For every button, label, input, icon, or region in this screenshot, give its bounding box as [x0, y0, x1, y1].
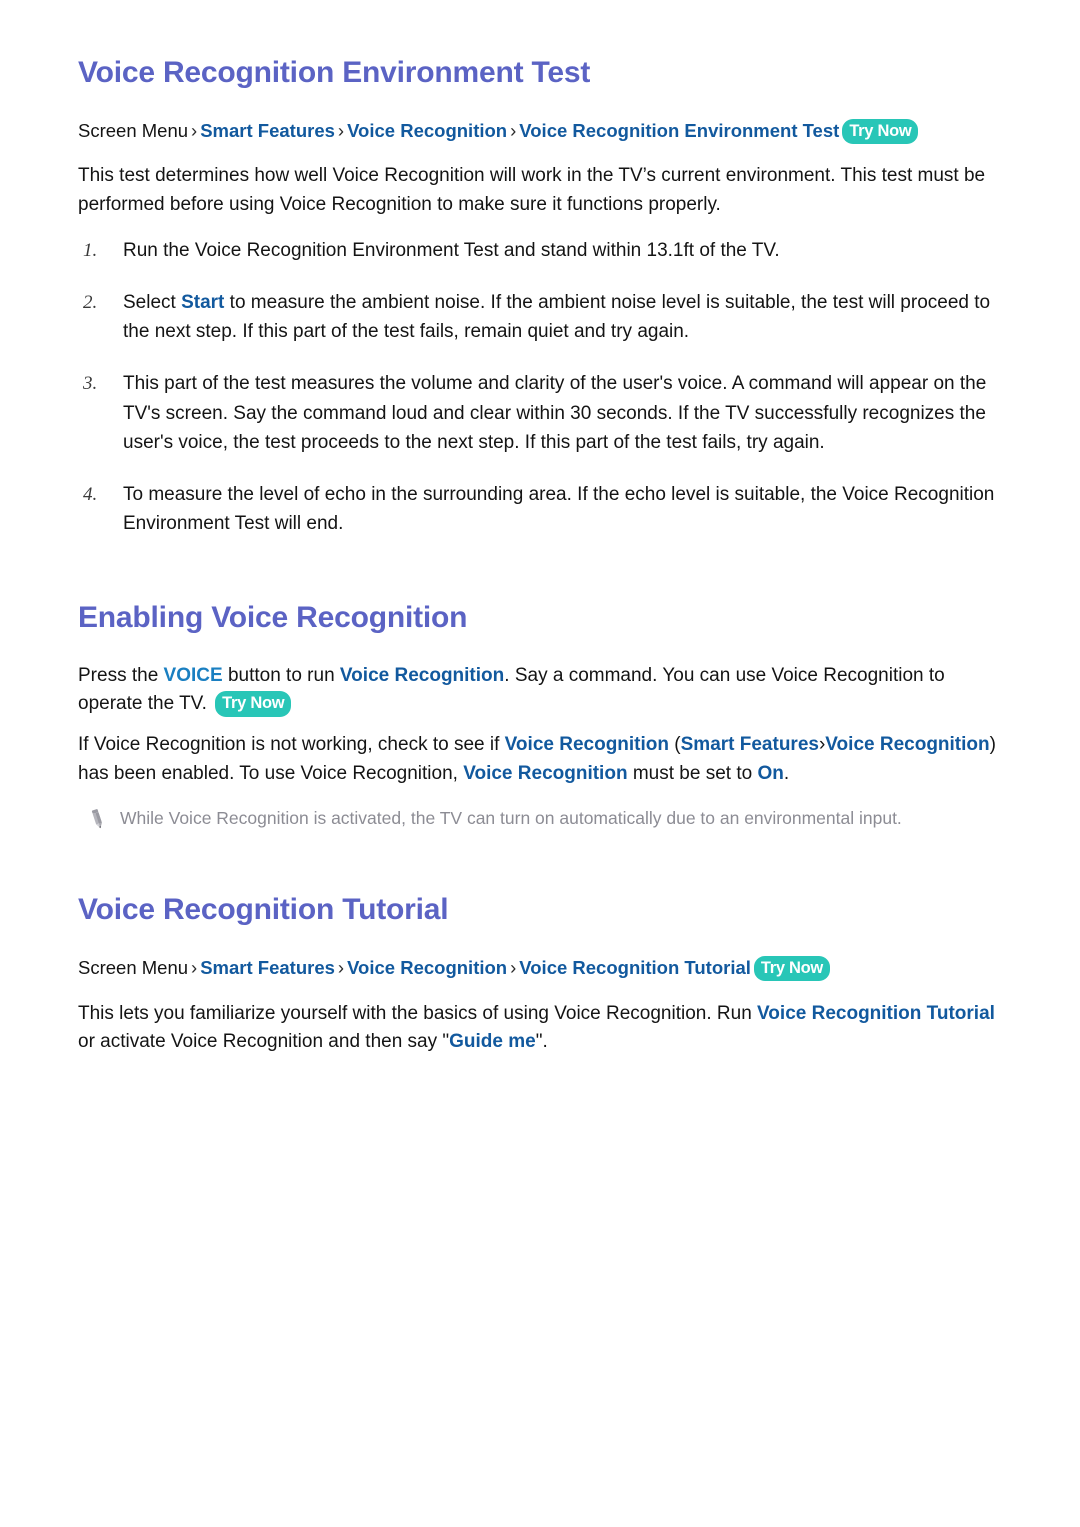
- text-fragment: (: [669, 734, 681, 756]
- breadcrumb-separator-icon: ›: [337, 119, 345, 141]
- link-voice-recognition-tutorial[interactable]: Voice Recognition Tutorial: [757, 1003, 995, 1024]
- list-item: 2. Select Start to measure the ambient no…: [78, 288, 1002, 347]
- text-fragment: or activate Voice Recognition and then s…: [78, 1031, 450, 1053]
- link-on[interactable]: On: [757, 763, 783, 784]
- breadcrumb-link-smart-features[interactable]: Smart Features: [200, 957, 335, 978]
- step-text: This part of the test measures the volum…: [123, 372, 987, 454]
- breadcrumb-link-smart-features[interactable]: Smart Features: [200, 120, 335, 141]
- step-number: 1.: [83, 240, 98, 261]
- link-smart-features[interactable]: Smart Features: [681, 734, 819, 755]
- list-item: 4. To measure the level of echo in the su…: [78, 480, 1002, 539]
- breadcrumb-link-voice-recognition-environment-test[interactable]: Voice Recognition Environment Test: [519, 120, 839, 141]
- step-text-before: Select: [123, 291, 182, 313]
- link-voice-recognition[interactable]: Voice Recognition: [825, 734, 989, 755]
- try-now-badge[interactable]: Try Now: [753, 955, 830, 982]
- breadcrumb-root: Screen Menu: [78, 956, 189, 978]
- breadcrumb-separator-icon: ›: [191, 119, 198, 141]
- link-guide-me[interactable]: Guide me: [449, 1031, 536, 1052]
- enabling-paragraph-1: Press the VOICE button to run Voice Reco…: [78, 662, 1002, 720]
- text-fragment: .: [783, 763, 790, 785]
- try-now-badge[interactable]: Try Now: [842, 118, 919, 144]
- breadcrumb-separator-icon: ›: [510, 956, 517, 978]
- step-text-after: to measure the ambient noise. If the amb…: [123, 291, 991, 343]
- breadcrumb-separator-icon: ›: [337, 956, 345, 978]
- page-title: Enabling Voice Recognition: [78, 601, 468, 634]
- text-fragment: button to run: [222, 664, 340, 686]
- list-item: 1. Run the Voice Recognition Environment …: [78, 236, 1002, 266]
- text-fragment: must be set to: [627, 763, 758, 785]
- step-number: 4.: [83, 483, 98, 505]
- link-voice-recognition[interactable]: Voice Recognition: [505, 734, 669, 755]
- section-enabling-voice-recognition: Enabling Voice Recognition Press the VOI…: [78, 601, 1002, 831]
- tutorial-paragraph: This lets you familiarize yourself with …: [78, 1000, 1002, 1058]
- text-fragment: ".: [535, 1031, 548, 1053]
- note-text: While Voice Recognition is activated, th…: [120, 808, 902, 828]
- breadcrumb-separator-icon: ›: [510, 119, 517, 141]
- breadcrumb-link-voice-recognition[interactable]: Voice Recognition: [347, 120, 507, 141]
- page-title: Voice Recognition Tutorial: [78, 893, 449, 927]
- text-fragment: Press the: [78, 664, 164, 686]
- link-voice-recognition[interactable]: Voice Recognition: [340, 665, 504, 686]
- breadcrumb-link-voice-recognition[interactable]: Voice Recognition: [347, 957, 507, 978]
- enabling-paragraph-2: If Voice Recognition is not working, che…: [78, 731, 1002, 789]
- text-fragment: This lets you familiarize yourself with …: [78, 1002, 758, 1024]
- section-voice-recognition-environment-test: Voice Recognition Environment Test Scree…: [78, 56, 1002, 539]
- step-text: To measure the level of echo in the surr…: [123, 483, 995, 535]
- breadcrumb-root: Screen Menu: [78, 119, 189, 141]
- step-number: 2.: [83, 291, 98, 313]
- link-voice-recognition[interactable]: Voice Recognition: [463, 763, 627, 784]
- breadcrumb: Screen Menu › Smart Features › Voice Recogni…: [78, 117, 1002, 145]
- steps-list: 1. Run the Voice Recognition Environment …: [78, 236, 1002, 539]
- breadcrumb-link-voice-recognition-tutorial[interactable]: Voice Recognition Tutorial: [519, 957, 751, 978]
- note-row: While Voice Recognition is activated, th…: [78, 805, 1002, 831]
- step-number: 3.: [83, 372, 98, 394]
- try-now-badge[interactable]: Try Now: [215, 691, 292, 717]
- breadcrumb: Screen Menu › Smart Features › Voice Recogni…: [78, 954, 1002, 982]
- page-title: Voice Recognition Environment Test: [78, 56, 591, 89]
- step-text: Run the Voice Recognition Environment Te…: [123, 240, 780, 261]
- link-voice-key[interactable]: VOICE: [164, 665, 223, 686]
- list-item: 3. This part of the test measures the vol…: [78, 369, 1002, 458]
- breadcrumb-separator-icon: ›: [191, 956, 198, 978]
- text-fragment: If Voice Recognition is not working, che…: [78, 734, 505, 756]
- document-page: Voice Recognition Environment Test Scree…: [0, 0, 1080, 1527]
- link-start[interactable]: Start: [181, 292, 224, 313]
- intro-paragraph: This test determines how well Voice Reco…: [78, 165, 986, 216]
- pencil-icon: [86, 807, 108, 831]
- section-voice-recognition-tutorial: Voice Recognition Tutorial Screen Menu › S…: [78, 893, 1002, 1057]
